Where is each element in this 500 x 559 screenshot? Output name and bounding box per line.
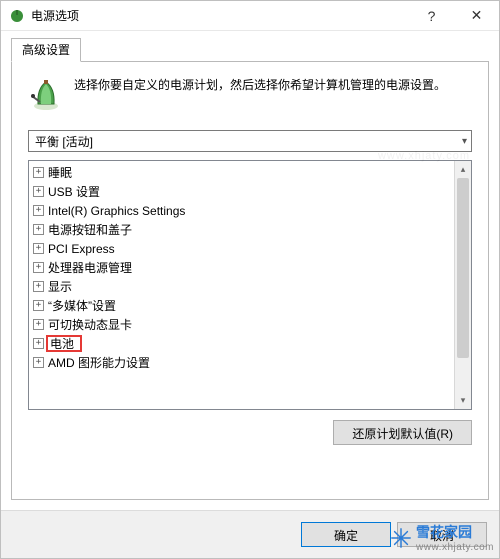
power-plan-value: 平衡 [活动] (35, 133, 93, 150)
expand-icon[interactable]: + (33, 205, 44, 216)
scroll-down-button[interactable]: ▾ (455, 392, 472, 409)
tree-item-label: 电池 (46, 335, 82, 352)
tree-item-label: USB 设置 (48, 183, 100, 200)
tree-item[interactable]: + PCI Express (31, 239, 452, 258)
tab-advanced-settings[interactable]: 高级设置 (11, 38, 81, 62)
power-plan-icon (28, 76, 64, 112)
tab-panel: 选择你要自定义的电源计划，然后选择你希望计算机管理的电源设置。 平衡 [活动] … (11, 61, 489, 500)
tree-item-label: 电源按钮和盖子 (48, 221, 132, 238)
expand-icon[interactable]: + (33, 186, 44, 197)
help-button[interactable]: ? (409, 1, 454, 31)
expand-icon[interactable]: + (33, 338, 44, 349)
scroll-up-button[interactable]: ▴ (455, 161, 472, 178)
settings-tree[interactable]: + 睡眠 + USB 设置 + Intel(R) Graphics Settings + 电源… (29, 161, 454, 409)
expand-icon[interactable]: + (33, 357, 44, 368)
tree-scrollbar[interactable]: ▴ ▾ (454, 161, 471, 409)
restore-defaults-button[interactable]: 还原计划默认值(R) (333, 420, 472, 445)
dialog-window: 电源选项 ? ✕ 高级设置 (0, 0, 500, 559)
dialog-footer: 确定 取消 (1, 510, 499, 558)
expand-icon[interactable]: + (33, 262, 44, 273)
tree-item[interactable]: + AMD 图形能力设置 (31, 353, 452, 372)
scroll-track[interactable] (455, 178, 471, 392)
expand-icon[interactable]: + (33, 243, 44, 254)
expand-icon[interactable]: + (33, 300, 44, 311)
tree-item-label: 处理器电源管理 (48, 259, 132, 276)
tab-label: 高级设置 (22, 43, 70, 57)
tree-item-label: PCI Express (48, 242, 115, 256)
client-area: 高级设置 选择你要自定义的电源计划，然后选择你希望计算机管理的电源设置。 (1, 31, 499, 510)
title-bar: 电源选项 ? ✕ (1, 1, 499, 31)
ok-button[interactable]: 确定 (301, 522, 391, 547)
help-icon: ? (428, 8, 436, 24)
window-title: 电源选项 (31, 7, 79, 24)
tree-item[interactable]: + 可切换动态显卡 (31, 315, 452, 334)
expand-icon[interactable]: + (33, 167, 44, 178)
tree-item-label: “多媒体”设置 (48, 297, 116, 314)
close-button[interactable]: ✕ (454, 1, 499, 31)
expand-icon[interactable]: + (33, 224, 44, 235)
tree-item[interactable]: + USB 设置 (31, 182, 452, 201)
expand-icon[interactable]: + (33, 281, 44, 292)
settings-tree-container: + 睡眠 + USB 设置 + Intel(R) Graphics Settings + 电源… (28, 160, 472, 410)
app-icon (9, 8, 25, 24)
tree-item[interactable]: + 显示 (31, 277, 452, 296)
tree-item[interactable]: + 处理器电源管理 (31, 258, 452, 277)
scroll-thumb[interactable] (457, 178, 469, 358)
intro-row: 选择你要自定义的电源计划，然后选择你希望计算机管理的电源设置。 (28, 76, 472, 112)
tree-item[interactable]: + Intel(R) Graphics Settings (31, 201, 452, 220)
power-plan-dropdown[interactable]: 平衡 [活动] ▾ (28, 130, 472, 152)
close-icon: ✕ (471, 7, 483, 24)
expand-icon[interactable]: + (33, 319, 44, 330)
tab-strip: 高级设置 (11, 39, 489, 61)
tree-item-label: 睡眠 (48, 164, 72, 181)
tree-item[interactable]: + 电源按钮和盖子 (31, 220, 452, 239)
chevron-down-icon: ▾ (462, 136, 467, 147)
tree-item-label: AMD 图形能力设置 (48, 354, 150, 371)
intro-text: 选择你要自定义的电源计划，然后选择你希望计算机管理的电源设置。 (74, 76, 446, 112)
cancel-button[interactable]: 取消 (397, 522, 487, 547)
tree-item-label: 可切换动态显卡 (48, 316, 132, 333)
tree-item[interactable]: +电池 (31, 334, 452, 353)
restore-row: 还原计划默认值(R) (28, 420, 472, 445)
tree-item-label: Intel(R) Graphics Settings (48, 204, 185, 218)
tree-item[interactable]: + 睡眠 (31, 163, 452, 182)
tree-item-label: 显示 (48, 278, 72, 295)
tree-item[interactable]: + “多媒体”设置 (31, 296, 452, 315)
